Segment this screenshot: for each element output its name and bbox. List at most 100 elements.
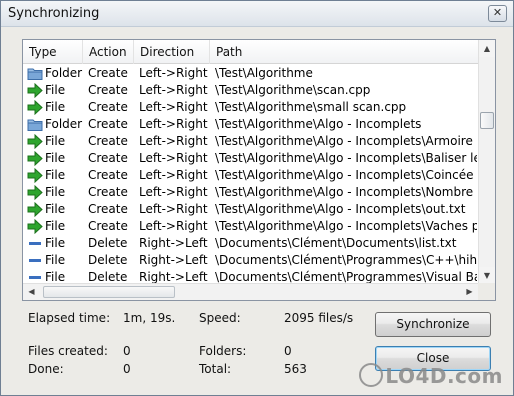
action-cell: Delete [88, 253, 128, 267]
direction-cell: Left->Right [139, 83, 208, 97]
green-arrow-icon [27, 167, 43, 184]
elapsed-time-label: Elapsed time: [28, 311, 111, 325]
action-cell: Create [88, 117, 128, 131]
table-row[interactable]: Folder Create Left->Right \Test\Algorithme\… [23, 116, 478, 133]
type-label: File [45, 134, 66, 148]
scroll-right-icon[interactable]: ▶ [461, 284, 478, 300]
sync-operations-list[interactable]: Type Action Direction Path Folder Create L… [22, 39, 496, 301]
scroll-left-icon[interactable]: ◀ [23, 284, 40, 300]
vertical-scroll-thumb[interactable] [480, 112, 494, 129]
path-cell: \Test\Algorithme\Algo - Incomplets [215, 117, 422, 131]
table-row[interactable]: File Delete Right->Left \Documents\Clément\… [23, 252, 478, 269]
action-cell: Create [88, 83, 128, 97]
direction-cell: Left->Right [139, 117, 208, 131]
action-cell: Create [88, 134, 128, 148]
action-cell: Create [88, 185, 128, 199]
column-header-type[interactable]: Type [23, 40, 83, 64]
type-label: Folder [45, 117, 83, 131]
table-row[interactable]: Folder Create Left->Right \Test\Algorithme [23, 65, 478, 82]
direction-cell: Left->Right [139, 134, 208, 148]
list-header: Type Action Direction Path [23, 40, 478, 64]
type-label: File [45, 253, 66, 267]
table-row[interactable]: File Delete Right->Left \Documents\Clément\… [23, 235, 478, 252]
close-window-button[interactable]: ✕ [488, 5, 507, 22]
horizontal-scroll-thumb[interactable] [43, 286, 175, 298]
table-row[interactable]: File Create Left->Right \Test\Algorithme\sm… [23, 99, 478, 116]
synchronize-button[interactable]: Synchronize [375, 312, 491, 337]
table-row[interactable]: File Create Left->Right \Test\Algorithme\Al… [23, 150, 478, 167]
scroll-up-icon[interactable]: ▲ [479, 40, 495, 57]
done-label: Done: [28, 362, 64, 376]
type-label: File [45, 151, 66, 165]
table-row[interactable]: File Create Left->Right \Test\Algorithme\Al… [23, 218, 478, 235]
column-header-direction[interactable]: Direction [134, 40, 210, 64]
type-cell: File [27, 150, 83, 167]
vertical-scrollbar[interactable]: ▲ ▼ [478, 40, 495, 284]
green-arrow-icon [27, 99, 43, 116]
column-header-path[interactable]: Path [210, 40, 478, 64]
column-header-action[interactable]: Action [83, 40, 134, 64]
lo4d-watermark: LO4D.com [359, 363, 503, 390]
type-cell: File [27, 218, 83, 235]
type-cell: File [27, 99, 83, 116]
title-bar: Synchronizing ✕ [1, 1, 513, 27]
action-cell: Create [88, 168, 128, 182]
folder-icon [27, 117, 43, 132]
direction-cell: Left->Right [139, 151, 208, 165]
path-cell: \Test\Algorithme\Algo - Incomplets\Armoi… [215, 134, 477, 148]
path-cell: \Test\Algorithme [215, 66, 313, 80]
green-arrow-icon [27, 150, 43, 167]
type-label: File [45, 202, 66, 216]
table-row[interactable]: File Create Left->Right \Test\Algorithme\Al… [23, 133, 478, 150]
path-cell: \Test\Algorithme\Algo - Incomplets\Balis… [215, 151, 477, 165]
action-cell: Create [88, 202, 128, 216]
lo4d-logo-icon [359, 363, 384, 387]
direction-cell: Left->Right [139, 100, 208, 114]
table-row[interactable]: File Create Left->Right \Test\Algorithme\Al… [23, 201, 478, 218]
direction-cell: Left->Right [139, 219, 208, 233]
horizontal-scrollbar[interactable]: ◀ ▶ [23, 283, 478, 300]
type-cell: File [27, 184, 83, 201]
green-arrow-icon [27, 184, 43, 201]
action-cell: Create [88, 151, 128, 165]
scrollbar-corner [478, 283, 495, 300]
type-cell: File [27, 167, 83, 184]
type-label: Folder [45, 66, 83, 80]
path-cell: \Test\Algorithme\Algo - Incomplets\Coinc… [215, 168, 477, 182]
type-label: File [45, 83, 66, 97]
path-cell: \Documents\Clément\Programmes\C++\hih.e [215, 253, 477, 267]
path-cell: \Test\Algorithme\Algo - Incomplets\out.t… [215, 202, 466, 216]
delete-dash-icon [27, 236, 43, 251]
table-row[interactable]: File Create Left->Right \Test\Algorithme\Al… [23, 184, 478, 201]
folders-label: Folders: [199, 344, 247, 358]
type-label: File [45, 168, 66, 182]
files-created-value: 0 [123, 344, 131, 358]
action-cell: Create [88, 219, 128, 233]
type-cell: Folder [27, 65, 83, 82]
scroll-down-icon[interactable]: ▼ [479, 267, 495, 284]
table-row[interactable]: File Create Left->Right \Test\Algorithme\sc… [23, 82, 478, 99]
direction-cell: Right->Left [139, 253, 208, 267]
type-label: File [45, 185, 66, 199]
folders-value: 0 [284, 344, 292, 358]
table-row[interactable]: File Create Left->Right \Test\Algorithme\Al… [23, 167, 478, 184]
type-cell: Folder [27, 116, 83, 133]
direction-cell: Left->Right [139, 185, 208, 199]
folder-icon [27, 66, 43, 81]
green-arrow-icon [27, 218, 43, 235]
action-cell: Create [88, 100, 128, 114]
type-label: File [45, 100, 66, 114]
direction-cell: Right->Left [139, 236, 208, 250]
window-title: Synchronizing [8, 6, 100, 21]
watermark-text: LO4D.com [385, 363, 503, 388]
type-cell: File [27, 201, 83, 218]
green-arrow-icon [27, 201, 43, 218]
direction-cell: Left->Right [139, 66, 208, 80]
path-cell: \Test\Algorithme\small scan.cpp [215, 100, 407, 114]
synchronizing-dialog: Synchronizing ✕ Type Action Direction Pa… [0, 0, 514, 396]
files-created-label: Files created: [28, 344, 108, 358]
path-cell: \Test\Algorithme\Algo - Incomplets\Nombr… [215, 185, 477, 199]
elapsed-time-value: 1m, 19s. [123, 311, 176, 325]
type-cell: File [27, 252, 83, 269]
type-cell: File [27, 133, 83, 150]
